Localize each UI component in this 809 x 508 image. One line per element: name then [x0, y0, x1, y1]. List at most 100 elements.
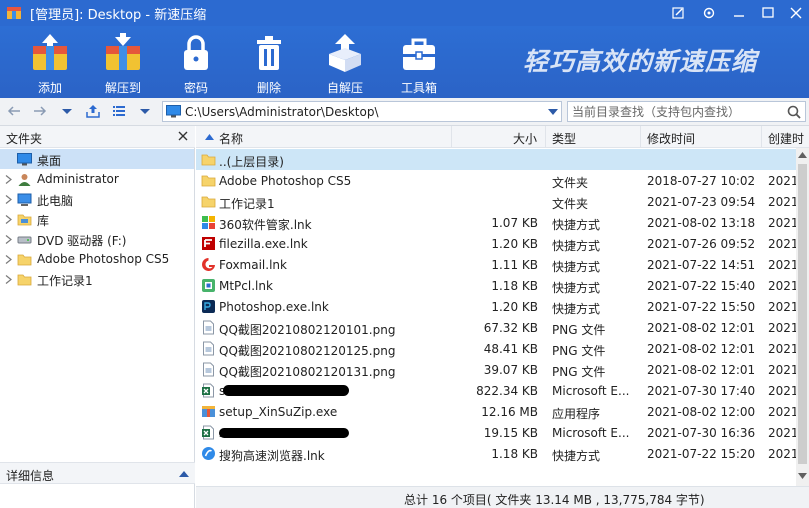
file-row[interactable]: ..(上层目录) — [196, 149, 796, 170]
search-icon[interactable] — [786, 104, 802, 120]
file-row[interactable]: 工作记录1 文件夹 2021-07-23 09:54 2021 — [196, 191, 798, 212]
file-type: Microsoft E... — [552, 384, 630, 398]
settings-icon[interactable] — [698, 3, 720, 23]
file-type: 应用程序 — [552, 407, 601, 421]
address-dropdown-icon[interactable] — [548, 108, 558, 116]
vertical-scrollbar[interactable] — [796, 148, 809, 486]
close-panel-icon[interactable] — [177, 130, 189, 142]
file-name: QQ截图20210802120125.png — [219, 344, 396, 358]
file-row[interactable]: 360软件管家.lnk 1.07 KB 快捷方式 2021-08-02 13:18 20… — [196, 212, 798, 233]
file-modified: 2021-07-23 09:54 — [647, 195, 756, 209]
file-row[interactable]: setup_XinSuZip.exe 12.16 MB 应用程序 2021-08-02… — [196, 401, 798, 422]
column-created[interactable]: 创建时 — [762, 126, 809, 148]
file-type: 文件夹 — [552, 176, 589, 190]
chevron-right-icon[interactable] — [5, 235, 12, 244]
file-type: Microsoft E... — [552, 426, 630, 440]
sidebar-item-label: Adobe Photoshop CS5 — [37, 252, 170, 266]
address-bar[interactable]: C:\Users\Administrator\Desktop\ — [162, 101, 562, 122]
sort-asc-icon — [205, 134, 214, 140]
file-row[interactable]: QQ截图20210802120125.png 48.41 KB PNG 文件 2021… — [196, 338, 798, 359]
foxmail-icon — [202, 258, 215, 271]
file-created: 2021 — [768, 405, 798, 419]
details-panel-header[interactable]: 详细信息 — [0, 462, 195, 484]
chevron-right-icon[interactable] — [5, 255, 12, 264]
image-file-icon — [203, 362, 214, 377]
up-folder-icon[interactable] — [85, 103, 101, 119]
file-type: PNG 文件 — [552, 344, 606, 358]
column-type[interactable]: 类型 — [546, 126, 641, 148]
sidebar-item-label: 工作记录1 — [37, 274, 93, 288]
chevron-right-icon[interactable] — [5, 215, 12, 224]
file-name: Adobe Photoshop CS5 — [219, 174, 352, 188]
computer-icon — [17, 193, 32, 206]
scrollbar-thumb[interactable] — [798, 164, 807, 464]
file-type: 快捷方式 — [552, 239, 601, 253]
extract-to-button[interactable]: 解压到 — [91, 30, 155, 95]
file-row[interactable]: MtPcl.lnk 1.18 KB 快捷方式 2021-07-22 15:40 2021 — [196, 275, 798, 296]
column-header: 名称 大小 类型 修改时间 创建时 — [196, 126, 809, 148]
sidebar-item[interactable]: 此电脑 — [0, 189, 194, 209]
scroll-down-icon[interactable] — [798, 473, 807, 479]
column-size[interactable]: 大小 — [452, 126, 546, 148]
file-modified: 2021-07-30 17:40 — [647, 384, 756, 398]
trash-icon — [257, 36, 281, 70]
view-list-icon[interactable] — [111, 103, 127, 119]
file-row[interactable]: filezilla.exe.lnk 1.20 KB 快捷方式 2021-07-26 0… — [196, 233, 798, 254]
minimize-icon[interactable] — [728, 3, 750, 23]
file-name: 工作记录1 — [219, 197, 275, 211]
lock-icon — [184, 35, 208, 70]
file-name: 搜狗高速浏览器.lnk — [219, 449, 325, 463]
file-modified: 2021-07-22 15:50 — [647, 300, 756, 314]
folder-icon — [201, 175, 216, 187]
search-input[interactable] — [572, 104, 777, 119]
file-modified: 2021-07-22 15:40 — [647, 279, 756, 293]
sidebar-item[interactable]: 库 — [0, 209, 194, 229]
file-size: 1.18 KB — [491, 279, 538, 293]
file-row[interactable]: QQ截图20210802120101.png 67.32 KB PNG 文件 2021… — [196, 317, 798, 338]
scroll-up-icon[interactable] — [798, 152, 807, 158]
file-name: Foxmail.lnk — [219, 258, 287, 272]
history-dropdown-icon[interactable] — [59, 103, 75, 119]
photoshop-icon — [202, 300, 215, 313]
file-row[interactable]: Photoshop.exe.lnk 1.20 KB 快捷方式 2021-07-22 1… — [196, 296, 798, 317]
sidebar-item[interactable]: Administrator — [0, 169, 194, 189]
view-dropdown-icon[interactable] — [137, 103, 153, 119]
file-type: 快捷方式 — [552, 281, 601, 295]
chevron-right-icon[interactable] — [5, 175, 12, 184]
user-icon — [18, 174, 31, 186]
file-row[interactable]: Foxmail.lnk 1.11 KB 快捷方式 2021-07-22 14:51 20… — [196, 254, 798, 275]
app-logo-icon — [7, 7, 21, 19]
dvd-drive-icon — [17, 236, 32, 244]
maximize-icon[interactable] — [757, 3, 779, 23]
file-row[interactable]: x19.15 KBMicrosoft E...2021-07-30 16:362… — [196, 422, 798, 443]
self-extract-button[interactable]: 自解压 — [313, 30, 377, 95]
toolbox-button[interactable]: 工具箱 — [387, 30, 451, 95]
password-button[interactable]: 密码 — [164, 30, 228, 95]
add-archive-icon — [33, 34, 67, 70]
chevron-right-icon[interactable] — [5, 275, 12, 284]
file-name: filezilla.exe.lnk — [219, 237, 308, 251]
file-row[interactable]: Adobe Photoshop CS5 文件夹 2018-07-27 10:02 20… — [196, 170, 798, 191]
file-size: 39.07 KB — [483, 363, 538, 377]
add-button[interactable]: 添加 — [18, 30, 82, 95]
sidebar-item[interactable]: DVD 驱动器 (F:) — [0, 229, 194, 249]
column-modified[interactable]: 修改时间 — [641, 126, 762, 148]
sidebar-item[interactable]: 桌面 — [0, 149, 194, 169]
back-arrow-icon[interactable] — [6, 103, 22, 119]
sidebar-item[interactable]: Adobe Photoshop CS5 — [0, 249, 194, 269]
file-row[interactable]: 搜狗高速浏览器.lnk 1.18 KB 快捷方式 2021-07-22 15:20 20… — [196, 443, 798, 464]
forward-arrow-icon[interactable] — [32, 103, 48, 119]
file-created: 2021 — [768, 363, 798, 377]
sidebar-item[interactable]: 工作记录1 — [0, 269, 194, 289]
close-icon[interactable] — [785, 3, 807, 23]
delete-button[interactable]: 删除 — [237, 30, 301, 95]
window-title: [管理员]: Desktop - 新速压缩 — [30, 8, 207, 23]
chevron-right-icon[interactable] — [5, 195, 12, 204]
edit-icon[interactable] — [667, 3, 689, 23]
extract-to-label: 解压到 — [104, 81, 141, 95]
folder-tree-panel: 文件夹 桌面 Administrator 此电脑库 DVD 驱动器 (F:) Adobe… — [0, 126, 195, 508]
chevron-up-icon[interactable] — [179, 470, 189, 477]
column-name[interactable]: 名称 — [196, 126, 452, 148]
file-row[interactable]: QQ截图20210802120131.png 39.07 KB PNG 文件 2021… — [196, 359, 798, 380]
file-row[interactable]: s.xlsx822.34 KBMicrosoft E...2021-07-30 … — [196, 380, 798, 401]
